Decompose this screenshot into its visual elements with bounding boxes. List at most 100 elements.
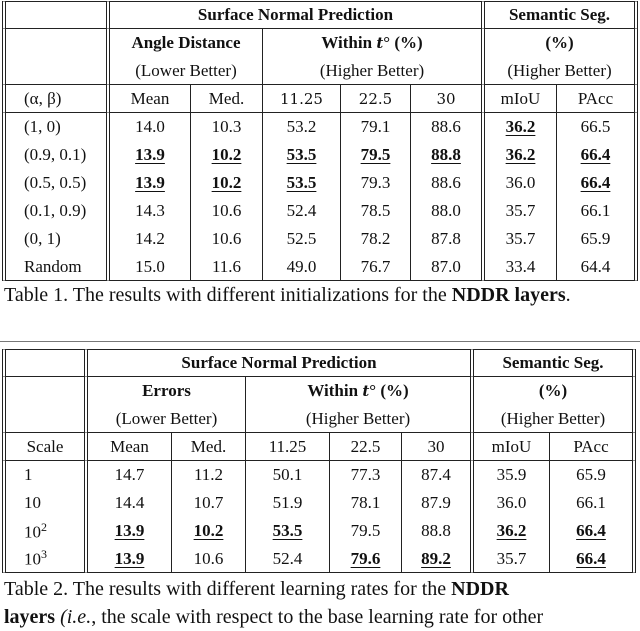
cell-med: 10.2 <box>172 517 246 545</box>
table-row: Random 15.0 11.6 49.0 76.7 87.0 33.4 64.4 <box>2 253 638 281</box>
cell-within-22-5: 78.5 <box>341 197 411 225</box>
cell-pacc: 66.1 <box>550 489 636 517</box>
cell-value: 66.4 <box>580 145 611 164</box>
cell-mean: 14.2 <box>110 225 191 253</box>
caption-bold-2: layers <box>4 606 56 628</box>
col-22-5: 22.5 <box>330 433 402 461</box>
row-label-text: (0, 1) <box>24 229 61 248</box>
cell-within-30: 87.8 <box>411 225 481 253</box>
cell-mean: 13.9 <box>88 517 172 545</box>
cell-within-11-25: 53.5 <box>263 141 341 169</box>
table-1-row-label-header: (α, β) <box>2 85 110 113</box>
cell-value: 49.0 <box>286 256 317 276</box>
cell-mean: 14.4 <box>88 489 172 517</box>
cell-miou: 35.7 <box>481 225 557 253</box>
cell-value: 52.4 <box>272 548 303 568</box>
cell-value: 65.9 <box>576 465 606 484</box>
cell-mean: 14.0 <box>110 113 191 141</box>
cell-within-11-25: 53.5 <box>246 517 330 545</box>
row-label: (1, 0) <box>2 113 110 141</box>
cell-pacc: 66.4 <box>557 141 638 169</box>
cell-med: 11.6 <box>191 253 263 281</box>
cell-value: 79.5 <box>360 145 391 164</box>
cell-miou: 35.7 <box>470 545 550 573</box>
col-mean: Mean <box>110 85 191 113</box>
table-2-higher-better-sem: (Higher Better) <box>470 405 636 433</box>
row-label: 10 <box>2 489 88 517</box>
cell-med: 10.6 <box>172 545 246 573</box>
cell-value: 65.9 <box>580 229 611 248</box>
cell-med: 11.2 <box>172 461 246 489</box>
table-row: 1 14.7 11.2 50.1 77.3 87.4 35.9 65.9 <box>2 461 636 489</box>
cell-within-22-5: 79.5 <box>330 517 402 545</box>
cell-value: 64.4 <box>580 256 611 276</box>
cell-value: 10.2 <box>193 521 224 540</box>
cell-value: 66.1 <box>580 201 611 220</box>
cell-med: 10.2 <box>191 141 263 169</box>
col-mean: Mean <box>88 433 172 461</box>
table-1-higher-better-sem: (Higher Better) <box>481 57 638 85</box>
cell-value: 13.9 <box>114 548 145 568</box>
row-label: Random <box>2 253 110 281</box>
table-1-caption: Table 1. The results with different init… <box>4 281 638 309</box>
table-1-lower-better: (Lower Better) <box>110 57 263 85</box>
caption-rest: , the scale with respect to the base lea… <box>91 606 544 628</box>
table-2-within-header: Within t° (%) <box>246 377 470 405</box>
cell-within-22-5: 79.5 <box>341 141 411 169</box>
cell-value: 33.4 <box>505 256 536 276</box>
cell-within-11-25: 53.5 <box>263 169 341 197</box>
col-30: 30 <box>411 85 481 113</box>
cell-value: 10.6 <box>193 548 224 568</box>
cell-value: 88.6 <box>431 117 461 136</box>
cell-value: 35.7 <box>496 548 527 568</box>
cell-value: 36.2 <box>496 521 527 540</box>
table-2-row-label-header: Scale <box>2 433 88 461</box>
cell-within-30: 88.6 <box>411 169 481 197</box>
cell-value: 50.1 <box>272 465 303 484</box>
cell-miou: 35.7 <box>481 197 557 225</box>
cell-value: 89.2 <box>421 548 451 568</box>
cell-value: 36.2 <box>505 117 536 136</box>
cell-value: 87.8 <box>431 229 461 248</box>
caption-italic: (i.e. <box>55 606 92 628</box>
cell-mean: 14.3 <box>110 197 191 225</box>
cell-value: 10.6 <box>211 229 242 248</box>
cell-miou: 36.0 <box>481 169 557 197</box>
table-2-semantic-seg-header: Semantic Seg. <box>470 349 636 377</box>
cell-value: 88.8 <box>421 521 451 540</box>
cell-value: 10.7 <box>193 493 224 512</box>
cell-value: 36.2 <box>505 145 536 164</box>
caption-text: Table 1. The results with different init… <box>4 284 452 306</box>
table-1-surface-normal-header: Surface Normal Prediction <box>110 1 481 29</box>
row-label-text: 1 <box>24 465 33 484</box>
col-miou: mIoU <box>470 433 550 461</box>
caption-bold: NDDR layers <box>451 284 566 306</box>
cell-mean: 13.9 <box>110 169 191 197</box>
cell-value: 66.1 <box>576 493 606 512</box>
row-label: (0.5, 0.5) <box>2 169 110 197</box>
cell-value: 87.4 <box>421 465 451 484</box>
row-label-text: (1, 0) <box>24 117 61 136</box>
cell-value: 88.6 <box>431 173 461 192</box>
cell-within-30: 88.6 <box>411 113 481 141</box>
table-1-column-header-row: (α, β) Mean Med. 11.25 22.5 30 mIoU PAcc <box>2 85 638 113</box>
cell-value: 78.2 <box>360 229 391 248</box>
cell-value: 13.9 <box>135 173 165 192</box>
table-row: (0.9, 0.1) 13.9 10.2 53.5 79.5 88.8 36.2 66.4 <box>2 141 638 169</box>
cell-value: 66.4 <box>576 521 606 540</box>
cell-within-11-25: 52.5 <box>263 225 341 253</box>
cell-value: 78.1 <box>350 493 381 512</box>
cell-value: 14.2 <box>135 229 165 248</box>
cell-value: 10.3 <box>211 117 242 136</box>
cell-within-30: 87.9 <box>402 489 470 517</box>
cell-within-30: 88.8 <box>402 517 470 545</box>
table-2-semantic-unit-header: (%) <box>470 377 636 405</box>
cell-value: 52.5 <box>286 229 317 248</box>
row-label-text: (0.5, 0.5) <box>24 173 87 192</box>
table-1-within-header: Within t° (%) <box>263 29 481 57</box>
table-2-caption: Table 2. The results with different lear… <box>4 575 638 631</box>
cell-value: 79.3 <box>360 173 391 192</box>
row-label: 1 <box>2 461 88 489</box>
table-1-better-row: (Lower Better) (Higher Better) (Higher B… <box>2 57 638 85</box>
cell-pacc: 66.5 <box>557 113 638 141</box>
